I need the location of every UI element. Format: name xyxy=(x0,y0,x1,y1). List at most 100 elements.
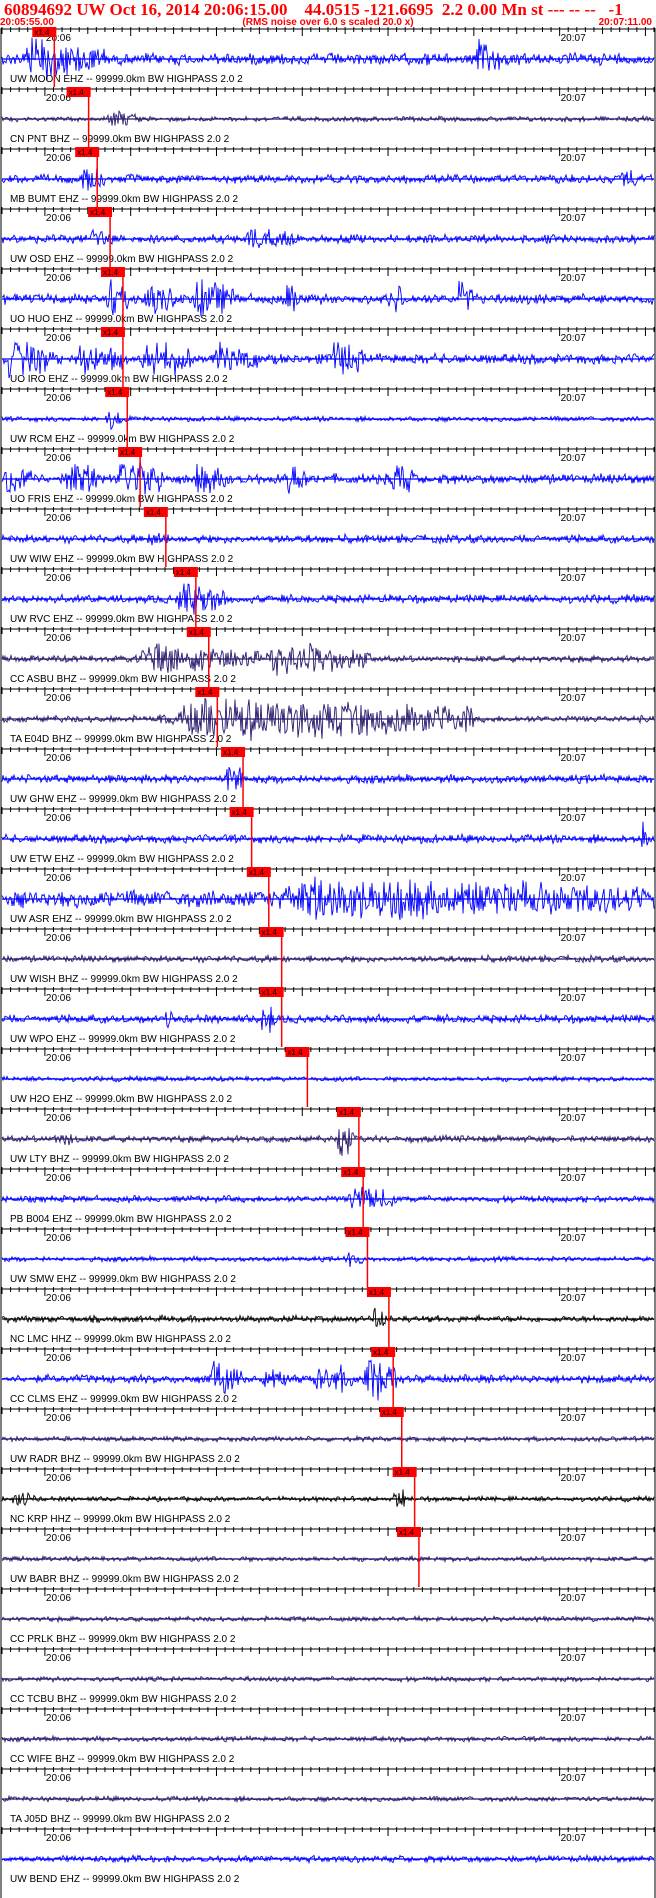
trace-row: 20:06 20:07 UW SMW EHZ -- 99999.0km BW HIG… xyxy=(1,1227,655,1285)
station-label: PB B004 EHZ -- 99999.0km BW HIGHPASS 2.0… xyxy=(10,1214,232,1225)
minute-label: 20:06 xyxy=(46,1533,71,1544)
minute-label: 20:06 xyxy=(46,1233,71,1244)
trace-row: 20:06 20:07 UW RVC EHZ -- 99999.0km BW HIG… xyxy=(1,567,655,625)
minute-label: 20:07 xyxy=(561,1833,586,1844)
minute-label: 20:06 xyxy=(46,213,71,224)
station-label: UO IRO EHZ -- 99999.0km BW HIGHPASS 2.0 … xyxy=(10,374,228,385)
waveform xyxy=(1,1489,655,1507)
waveform xyxy=(1,1006,655,1033)
waveform xyxy=(1,1252,655,1268)
trace-row: 20:06 20:07 UO IRO EHZ -- 99999.0km BW HIG… xyxy=(1,327,655,385)
minute-label: 20:06 xyxy=(46,813,71,824)
minute-label: 20:07 xyxy=(561,573,586,584)
minute-label: 20:06 xyxy=(46,513,71,524)
minute-label: 20:07 xyxy=(561,153,586,164)
waveform xyxy=(1,1128,655,1157)
trace-row: 20:06 20:07 UW BABR BHZ -- 99999.0km BW HI… xyxy=(1,1527,655,1585)
minute-label: 20:07 xyxy=(561,1353,586,1364)
minute-label: 20:07 xyxy=(561,453,586,464)
station-label: UW ASR EHZ -- 99999.0km BW HIGHPASS 2.0 … xyxy=(10,914,232,925)
minute-label: 20:07 xyxy=(561,753,586,764)
minute-label: 20:06 xyxy=(46,1713,71,1724)
trace-row: 20:06 20:07 CC PRLK BHZ -- 99999.0km BW HI… xyxy=(1,1587,655,1645)
station-label: UW MOON EHZ -- 99999.0km BW HIGHPASS 2.0… xyxy=(10,74,243,85)
minute-label: 20:07 xyxy=(561,1233,586,1244)
trace-row: 20:06 20:07 UO FRIS EHZ -- 99999.0km BW HI… xyxy=(1,447,655,505)
minute-label: 20:07 xyxy=(561,1653,586,1664)
trace-row: 20:06 20:07 UO HUO EHZ -- 99999.0km BW HIG… xyxy=(1,267,655,325)
seismogram-page: 60894692 UW Oct 16, 2014 20:06:15.00 44.… xyxy=(0,0,656,1898)
minute-label: 20:06 xyxy=(46,153,71,164)
trace-row: 20:06 20:07 MB BUMT EHZ -- 99999.0km BW HI… xyxy=(1,147,655,205)
trace-row: 20:06 20:07 UW GHW EHZ -- 99999.0km BW HIG… xyxy=(1,747,655,805)
trace-row: 20:06 20:07 UW H2O EHZ -- 99999.0km BW HIG… xyxy=(1,1047,655,1105)
station-label: CC TCBU BHZ -- 99999.0km BW HIGHPASS 2.0… xyxy=(10,1694,237,1705)
minute-label: 20:06 xyxy=(46,993,71,1004)
waveform xyxy=(1,1307,655,1327)
waveform xyxy=(1,341,655,379)
station-label: NC KRP HHZ -- 99999.0km BW HIGHPASS 2.0 … xyxy=(10,1514,231,1525)
trace-row: 20:06 20:07 CC WIFE BHZ -- 99999.0km BW HI… xyxy=(1,1707,655,1765)
minute-label: 20:06 xyxy=(46,1773,71,1784)
station-label: UW WIW EHZ -- 99999.0km BW HIGHPASS 2.0 … xyxy=(10,554,234,565)
minute-label: 20:07 xyxy=(561,813,586,824)
station-label: CC CLMS EHZ -- 99999.0km BW HIGHPASS 2.0… xyxy=(10,1394,238,1405)
minute-label: 20:06 xyxy=(46,1473,71,1484)
trace-row: 20:06 20:07 UW RADR BHZ -- 99999.0km BW HI… xyxy=(1,1407,655,1465)
station-label: UW BABR BHZ -- 99999.0km BW HIGHPASS 2.0… xyxy=(10,1574,239,1585)
minute-label: 20:07 xyxy=(561,1773,586,1784)
minute-label: 20:06 xyxy=(46,1353,71,1364)
minute-label: 20:06 xyxy=(46,453,71,464)
station-label: UO FRIS EHZ -- 99999.0km BW HIGHPASS 2.0… xyxy=(10,494,233,505)
trace-row: 20:06 20:07 CC TCBU BHZ -- 99999.0km BW HI… xyxy=(1,1647,655,1705)
minute-label: 20:07 xyxy=(561,1413,586,1424)
station-label: NC LMC HHZ -- 99999.0km BW HIGHPASS 2.0 … xyxy=(10,1334,231,1345)
station-label: UW RCM EHZ -- 99999.0km BW HIGHPASS 2.0 … xyxy=(10,434,235,445)
waveform xyxy=(1,165,655,191)
station-label: TA J05D BHZ -- 99999.0km BW HIGHPASS 2.0… xyxy=(10,1814,230,1825)
minute-label: 20:07 xyxy=(561,33,586,44)
minute-label: 20:07 xyxy=(561,1293,586,1304)
minute-label: 20:07 xyxy=(561,1473,586,1484)
station-label: UW OSD EHZ -- 99999.0km BW HIGHPASS 2.0 … xyxy=(10,254,234,265)
station-label: UW WPO EHZ -- 99999.0km BW HIGHPASS 2.0 … xyxy=(10,1034,236,1045)
waveform xyxy=(1,109,655,126)
minute-label: 20:07 xyxy=(561,213,586,224)
minute-label: 20:06 xyxy=(46,1593,71,1604)
trace-row: 20:06 20:07 UW WIW EHZ -- 99999.0km BW HIG… xyxy=(1,507,655,565)
minute-label: 20:07 xyxy=(561,1113,586,1124)
minute-label: 20:07 xyxy=(561,1173,586,1184)
station-label: UO HUO EHZ -- 99999.0km BW HIGHPASS 2.0 … xyxy=(10,314,233,325)
minute-label: 20:06 xyxy=(46,1413,71,1424)
waveform xyxy=(1,821,655,847)
minute-label: 20:06 xyxy=(46,1653,71,1664)
seismogram-plot: 20:06 20:07 UW MOON EHZ -- 99999.0km BW HI… xyxy=(0,27,656,1898)
waveform xyxy=(1,412,655,431)
waveform xyxy=(1,1186,655,1209)
station-label: MB BUMT EHZ -- 99999.0km BW HIGHPASS 2.0… xyxy=(10,194,238,205)
trace-row: 20:06 20:07CN PNT BHZ -- 99999.0km BW HIG… xyxy=(1,87,655,145)
station-label: UW GHW EHZ -- 99999.0km BW HIGHPASS 2.0 … xyxy=(10,794,236,805)
station-label: UW SMW EHZ -- 99999.0km BW HIGHPASS 2.0 … xyxy=(10,1274,236,1285)
minute-label: 20:06 xyxy=(46,273,71,284)
minute-label: 20:07 xyxy=(561,333,586,344)
trace-row: 20:06 20:07 PB B004 EHZ -- 99999.0km BW HI… xyxy=(1,1167,655,1225)
trace-row: 20:06 20:07 TA J05D BHZ -- 99999.0km BW HI… xyxy=(1,1767,655,1825)
trace-row: 20:06 20:07 CC ASBU BHZ -- 99999.0km BW HI… xyxy=(1,627,655,685)
minute-label: 20:07 xyxy=(561,1533,586,1544)
station-label: UW RVC EHZ -- 99999.0km BW HIGHPASS 2.0 … xyxy=(10,614,233,625)
minute-label: 20:06 xyxy=(46,1113,71,1124)
station-label: UW BEND EHZ -- 99999.0km BW HIGHPASS 2.0… xyxy=(10,1874,240,1885)
trace-row: 20:06 20:07 UW WPO EHZ -- 99999.0km BW HIG… xyxy=(1,987,655,1045)
station-label: UW H2O EHZ -- 99999.0km BW HIGHPASS 2.0 … xyxy=(10,1094,233,1105)
trace-row: 20:06 20:07 CC CLMS EHZ -- 99999.0km BW HI… xyxy=(1,1347,655,1405)
minute-label: 20:06 xyxy=(46,873,71,884)
minute-label: 20:06 xyxy=(46,693,71,704)
trace-row: 20:06 20:07 UW ASR EHZ -- 99999.0km BW HIG… xyxy=(1,867,655,925)
station-label: CC ASBU BHZ -- 99999.0km BW HIGHPASS 2.0… xyxy=(10,674,236,685)
minute-label: 20:06 xyxy=(46,1833,71,1844)
minute-label: 20:07 xyxy=(561,93,586,104)
station-label: CN PNT BHZ -- 99999.0km BW HIGHPASS 2.0 … xyxy=(10,134,230,145)
minute-label: 20:06 xyxy=(46,393,71,404)
trace-row: 20:06 20:07 NC LMC HHZ -- 99999.0km BW HIG… xyxy=(1,1287,655,1345)
